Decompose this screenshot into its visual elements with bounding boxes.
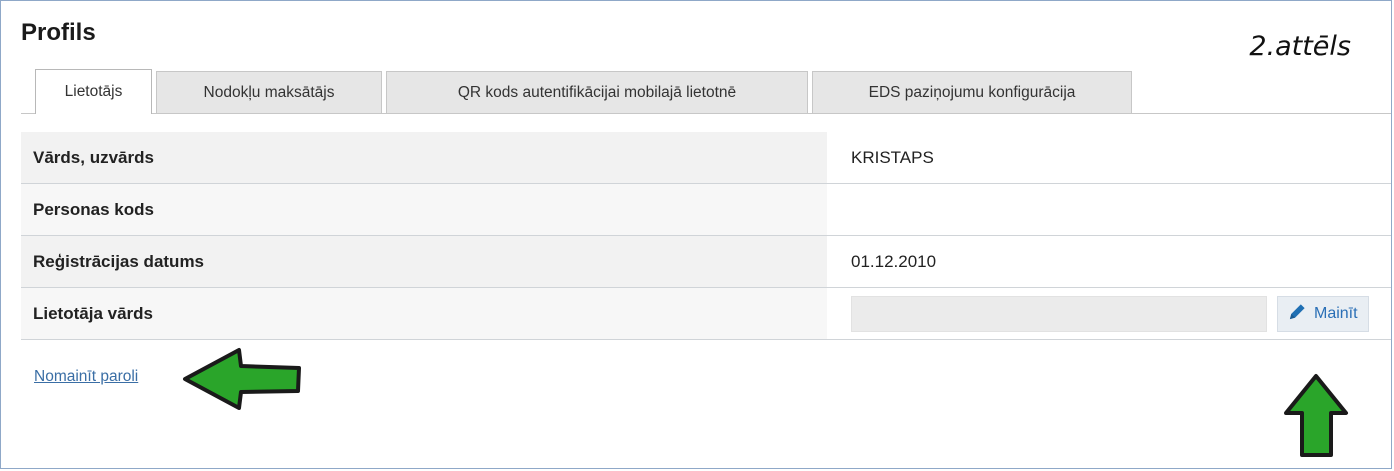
row-value: 01.12.2010 xyxy=(827,236,1391,287)
tab-taxpayer[interactable]: Nodokļu maksātājs xyxy=(156,71,382,114)
row-value xyxy=(827,184,1391,235)
row-label: Vārds, uzvārds xyxy=(33,147,154,167)
table-row-registration-date: Reģistrācijas datums 01.12.2010 xyxy=(21,236,1391,288)
row-label: Lietotāja vārds xyxy=(33,303,153,323)
row-value: Mainīt xyxy=(827,288,1391,339)
table-row-personal-code: Personas kods xyxy=(21,184,1391,236)
green-arrow-up-icon xyxy=(1284,374,1348,457)
change-username-button[interactable]: Mainīt xyxy=(1277,295,1369,332)
green-arrow-left-icon xyxy=(183,348,301,410)
tab-qr-code[interactable]: QR kods autentifikācijai mobilajā lietot… xyxy=(386,71,808,114)
tab-user[interactable]: Lietotājs xyxy=(35,69,152,114)
username-input[interactable] xyxy=(851,295,1267,332)
row-value: KRISTAPS xyxy=(827,132,1391,183)
table-row-username: Lietotāja vārds Mainīt xyxy=(21,288,1391,340)
tab-eds-notifications[interactable]: EDS paziņojumu konfigurācija xyxy=(812,71,1132,114)
row-label: Personas kods xyxy=(33,199,154,219)
change-button-label: Mainīt xyxy=(1314,304,1358,322)
tab-bar: Lietotājs Nodokļu maksātājs QR kods aute… xyxy=(35,69,1136,114)
pencil-icon xyxy=(1288,302,1307,326)
figure-label: 2.attēls xyxy=(1249,31,1351,62)
profile-table: Vārds, uzvārds KRISTAPS Personas kods Re… xyxy=(21,132,1391,340)
tab-divider xyxy=(21,113,1391,114)
change-password-link[interactable]: Nomainīt paroli xyxy=(34,368,138,386)
page-title: Profils xyxy=(21,19,96,46)
profile-panel: Profils 2.attēls Lietotājs Nodokļu maksā… xyxy=(0,0,1392,469)
row-label: Reģistrācijas datums xyxy=(33,251,205,271)
table-row-name: Vārds, uzvārds KRISTAPS xyxy=(21,132,1391,184)
